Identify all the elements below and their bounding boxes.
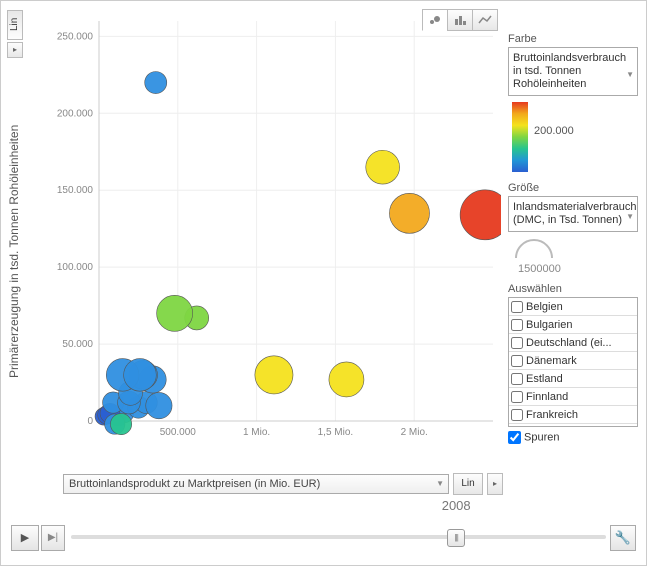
color-dropdown[interactable]: Bruttoinlandsverbrauch in tsd. Tonnen Ro… <box>508 47 638 96</box>
settings-button[interactable]: 🔧 <box>610 525 636 551</box>
side-panel: Farbe Bruttoinlandsverbrauch in tsd. Ton… <box>508 33 638 444</box>
data-point[interactable] <box>255 356 293 394</box>
color-dropdown-value: Bruttoinlandsverbrauch in tsd. Tonnen Ro… <box>513 52 626 90</box>
list-item[interactable]: Bulgarien <box>509 316 637 334</box>
chevron-down-icon: ▼ <box>626 210 634 223</box>
color-legend-value: 200.000 <box>534 125 574 137</box>
trace-checkbox[interactable] <box>508 431 521 444</box>
select-heading: Auswählen <box>508 283 638 295</box>
svg-text:50.000: 50.000 <box>62 339 93 350</box>
y-axis-label: Primärerzeugung in tsd. Tonnen Rohöleinh… <box>7 61 21 441</box>
time-thumb[interactable]: ||| <box>447 529 465 547</box>
trace-checkbox-row[interactable]: Spuren <box>508 431 638 444</box>
country-label: Frankreich <box>526 409 578 421</box>
country-checkbox[interactable] <box>511 391 523 403</box>
svg-text:0: 0 <box>87 416 93 427</box>
country-checkbox[interactable] <box>511 301 523 313</box>
time-slider-bar: ▶ ▶| 2008 ||| 🔧 <box>11 513 636 553</box>
country-list[interactable]: Belgien Bulgarien Deutschland (ei... Dänema… <box>508 297 638 427</box>
country-label: Bulgarien <box>526 319 572 331</box>
country-checkbox[interactable] <box>511 337 523 349</box>
data-point[interactable] <box>389 193 429 233</box>
data-point[interactable] <box>329 362 364 397</box>
list-item[interactable]: Finnland <box>509 388 637 406</box>
tab-bubble[interactable] <box>422 9 448 31</box>
country-checkbox[interactable] <box>511 319 523 331</box>
size-dropdown[interactable]: Inlandsmaterialverbrauch (DMC, in Tsd. T… <box>508 196 638 232</box>
svg-text:200.000: 200.000 <box>57 108 94 119</box>
data-point[interactable] <box>366 150 400 184</box>
x-collapse-toggle[interactable]: ▸ <box>487 473 503 495</box>
tab-bar[interactable] <box>447 9 473 31</box>
size-dropdown-value: Inlandsmaterialverbrauch (DMC, in Tsd. T… <box>513 201 637 226</box>
svg-text:1,5 Mio.: 1,5 Mio. <box>318 427 354 438</box>
color-heading: Farbe <box>508 33 638 45</box>
year-label: 2008 <box>442 498 471 513</box>
country-checkbox[interactable] <box>511 373 523 385</box>
size-legend-value: 1500000 <box>518 263 638 275</box>
svg-text:2 Mio.: 2 Mio. <box>401 427 428 438</box>
chevron-down-icon: ▼ <box>436 479 444 488</box>
country-checkbox[interactable] <box>511 355 523 367</box>
size-heading: Größe <box>508 182 638 194</box>
chevron-down-icon: ▼ <box>626 68 634 81</box>
country-checkbox[interactable] <box>511 409 523 421</box>
country-label: Dänemark <box>526 355 577 367</box>
data-point[interactable] <box>145 72 167 94</box>
y-collapse-toggle[interactable]: ▸ <box>7 42 23 58</box>
data-point[interactable] <box>146 392 172 418</box>
country-label: Estland <box>526 373 563 385</box>
list-item[interactable]: Deutschland (ei... <box>509 334 637 352</box>
x-axis-dropdown-value: Bruttoinlandsprodukt zu Marktpreisen (in… <box>69 478 320 490</box>
data-point[interactable] <box>110 413 131 434</box>
chart-type-tabs <box>423 9 498 31</box>
svg-text:100.000: 100.000 <box>57 262 94 273</box>
list-item[interactable]: Frankreich <box>509 406 637 424</box>
x-axis-dropdown[interactable]: Bruttoinlandsprodukt zu Marktpreisen (in… <box>63 474 449 494</box>
list-item[interactable]: Dänemark <box>509 352 637 370</box>
country-label: Belgien <box>526 301 563 313</box>
speed-button[interactable]: ▶| <box>41 525 65 551</box>
motion-chart-frame: Lin ▸ Primärerzeugung in tsd. Tonnen Roh… <box>0 0 647 566</box>
svg-text:500.000: 500.000 <box>160 427 197 438</box>
list-item[interactable]: Belgien <box>509 298 637 316</box>
y-scale-lin-tab[interactable]: Lin <box>7 10 23 40</box>
trace-label: Spuren <box>524 431 559 443</box>
data-point[interactable] <box>124 359 157 392</box>
data-point[interactable] <box>157 295 193 331</box>
wrench-icon: 🔧 <box>615 530 631 545</box>
color-legend-gradient <box>512 102 528 172</box>
svg-text:250.000: 250.000 <box>57 31 94 42</box>
list-item[interactable]: Estland <box>509 370 637 388</box>
tab-line[interactable] <box>472 9 498 31</box>
country-label: Finnland <box>526 391 568 403</box>
country-label: Deutschland (ei... <box>526 337 612 349</box>
x-scale-lin-tab[interactable]: Lin <box>453 473 483 495</box>
scatter-plot[interactable]: 0 50.000 100.000 150.000 200.000 250.000 500.0… <box>31 11 501 451</box>
time-track[interactable]: 2008 ||| <box>71 535 606 539</box>
svg-text:150.000: 150.000 <box>57 185 94 196</box>
play-button[interactable]: ▶ <box>11 525 39 551</box>
svg-text:1 Mio.: 1 Mio. <box>243 427 270 438</box>
size-legend-arc <box>512 238 556 260</box>
data-point[interactable] <box>460 190 501 240</box>
